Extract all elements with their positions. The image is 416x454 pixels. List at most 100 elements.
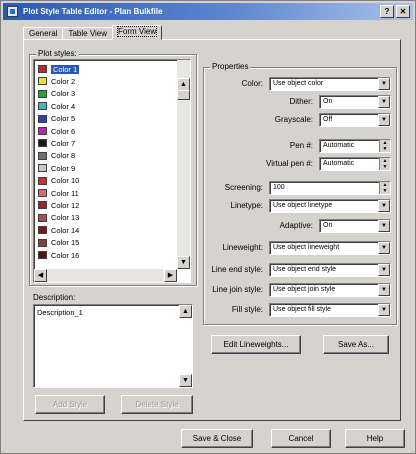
line-end-style-select[interactable]: Use object end style ▼ [269, 263, 391, 277]
plot-style-item[interactable]: Color 5 [38, 114, 75, 124]
plot-style-item[interactable]: Color 13 [38, 213, 79, 223]
virtual-pen-label: Virtual pen #: [266, 159, 313, 168]
plot-style-label: Color 5 [51, 114, 76, 124]
spinner-arrows-icon[interactable]: ▲ ▼ [379, 158, 390, 170]
edit-lineweights-button[interactable]: Edit Lineweights... [211, 335, 301, 354]
pen-number-label: Pen #: [289, 141, 313, 150]
help-button[interactable]: Help [345, 429, 405, 448]
plot-style-label: Color 11 [51, 188, 79, 198]
chevron-down-icon[interactable]: ▼ [378, 96, 390, 108]
title-bar[interactable]: Plot Style Table Editor - Plan Bulkfile … [3, 3, 413, 20]
plot-style-item[interactable]: Color 7 [38, 138, 75, 148]
fill-style-select[interactable]: Use object fill style ▼ [269, 303, 391, 317]
chevron-down-icon[interactable]: ▼ [378, 220, 390, 232]
color-swatch-icon [38, 151, 47, 160]
list-vertical-scrollbar[interactable]: ▲ ▼ [177, 60, 190, 269]
close-icon[interactable]: ✕ [396, 5, 410, 18]
line-join-style-select[interactable]: Use object join style ▼ [269, 283, 391, 297]
scroll-down-arrow-icon[interactable]: ▼ [177, 256, 190, 269]
description-field[interactable]: Description_1 ▲ ▼ [33, 304, 193, 388]
chevron-down-icon[interactable]: ▼ [378, 242, 390, 254]
description-label: Description: [33, 293, 76, 302]
cancel-button[interactable]: Cancel [271, 429, 331, 448]
chevron-down-icon[interactable]: ▼ [378, 78, 390, 90]
color-swatch-icon [38, 89, 47, 98]
delete-style-button[interactable]: Delete Style [121, 395, 193, 414]
plot-style-item[interactable]: Color 10 [38, 176, 79, 186]
adaptive-select[interactable]: On ▼ [319, 219, 391, 233]
scroll-right-arrow-icon[interactable]: ▶ [164, 269, 177, 282]
color-swatch-icon [38, 238, 47, 247]
add-style-button[interactable]: Add Style [35, 395, 105, 414]
properties-label: Properties [210, 62, 251, 71]
color-swatch-icon [38, 226, 47, 235]
plot-style-label: Color 10 [51, 176, 80, 186]
line-end-style-label: Line end style: [211, 265, 263, 274]
fill-style-label: Fill style: [231, 305, 263, 314]
plot-style-item[interactable]: Color 1 [38, 64, 80, 74]
adaptive-label: Adaptive: [279, 221, 313, 230]
desc-scroll-down-icon[interactable]: ▼ [179, 374, 192, 387]
virtual-pen-spinner[interactable]: Automatic ▲ ▼ [319, 157, 391, 171]
spinner-arrows-icon[interactable]: ▲ ▼ [379, 140, 390, 152]
chevron-down-icon[interactable]: ▼ [378, 114, 390, 126]
plot-style-item[interactable]: Color 4 [38, 101, 75, 111]
plot-style-item[interactable]: Color 2 [38, 76, 75, 86]
plot-style-item[interactable]: Color 6 [38, 126, 75, 136]
chevron-down-icon[interactable]: ▼ [378, 200, 390, 212]
plot-style-label: Color 6 [51, 126, 76, 136]
list-horizontal-scrollbar[interactable]: ◀ ▶ [34, 269, 177, 282]
desc-scroll-up-icon[interactable]: ▲ [179, 305, 192, 318]
grayscale-label: Grayscale: [274, 115, 313, 124]
linetype-select[interactable]: Use object linetype ▼ [269, 199, 391, 213]
plot-style-label: Color 8 [51, 151, 76, 161]
color-swatch-icon [38, 127, 47, 135]
pen-number-spinner[interactable]: Automatic ▲ ▼ [319, 139, 391, 153]
app-icon [7, 6, 18, 17]
plot-style-item[interactable]: Color 9 [38, 163, 75, 173]
spinner-arrows-icon[interactable]: ▲ ▼ [379, 182, 390, 194]
plot-style-label: Color 1 [51, 64, 80, 74]
plot-style-item[interactable]: Color 12 [38, 200, 79, 210]
color-swatch-icon [38, 139, 47, 148]
grayscale-select[interactable]: Off ▼ [319, 113, 391, 127]
scroll-left-arrow-icon[interactable]: ◀ [34, 269, 47, 282]
color-swatch-icon [38, 77, 47, 86]
color-swatch-icon [38, 164, 47, 173]
line-join-style-label: Line join style: [212, 285, 263, 294]
dither-label: Dither: [289, 97, 313, 106]
color-select[interactable]: Use object color ▼ [269, 77, 391, 91]
color-swatch-icon [38, 65, 47, 73]
lineweight-label: Lineweight: [222, 243, 263, 252]
chevron-down-icon[interactable]: ▼ [378, 284, 390, 296]
color-swatch-icon [38, 201, 47, 210]
tab-form-view[interactable]: Form View [112, 25, 163, 40]
plot-style-item[interactable]: Color 11 [38, 188, 79, 198]
plot-style-item[interactable]: Color 15 [38, 238, 79, 248]
lineweight-select[interactable]: Use object lineweight ▼ [269, 241, 391, 255]
color-label: Color: [241, 79, 263, 88]
plot-style-editor-window: Plot Style Table Editor - Plan Bulkfile … [0, 0, 416, 454]
dither-select[interactable]: On ▼ [319, 95, 391, 109]
plot-style-label: Color 7 [51, 138, 76, 148]
screening-spinner[interactable]: 100 ▲ ▼ [269, 181, 391, 195]
chevron-down-icon[interactable]: ▼ [378, 304, 390, 316]
help-title-button[interactable]: ? [380, 5, 394, 18]
plot-styles-label: Plot styles: [36, 49, 79, 58]
plot-style-label: Color 3 [51, 89, 76, 99]
plot-style-item[interactable]: Color 16 [38, 250, 79, 260]
tab-strip: General Table View Form View [23, 25, 163, 40]
plot-style-item[interactable]: Color 8 [38, 151, 75, 161]
linetype-label: Linetype: [230, 201, 263, 210]
plot-styles-list[interactable]: Color 1 Color 2 Color 3 Color 4 Color 5 Color… [33, 59, 191, 283]
scroll-thumb[interactable] [177, 90, 190, 100]
plot-style-label: Color 14 [51, 225, 80, 235]
chevron-down-icon[interactable]: ▼ [378, 264, 390, 276]
plot-style-label: Color 2 [51, 76, 76, 86]
color-swatch-icon [38, 189, 47, 197]
save-close-button[interactable]: Save & Close [181, 429, 253, 448]
save-as-button[interactable]: Save As... [323, 335, 389, 354]
plot-style-item[interactable]: Color 14 [38, 225, 79, 235]
plot-style-item[interactable]: Color 3 [38, 89, 75, 99]
plot-style-label: Color 15 [51, 238, 80, 248]
